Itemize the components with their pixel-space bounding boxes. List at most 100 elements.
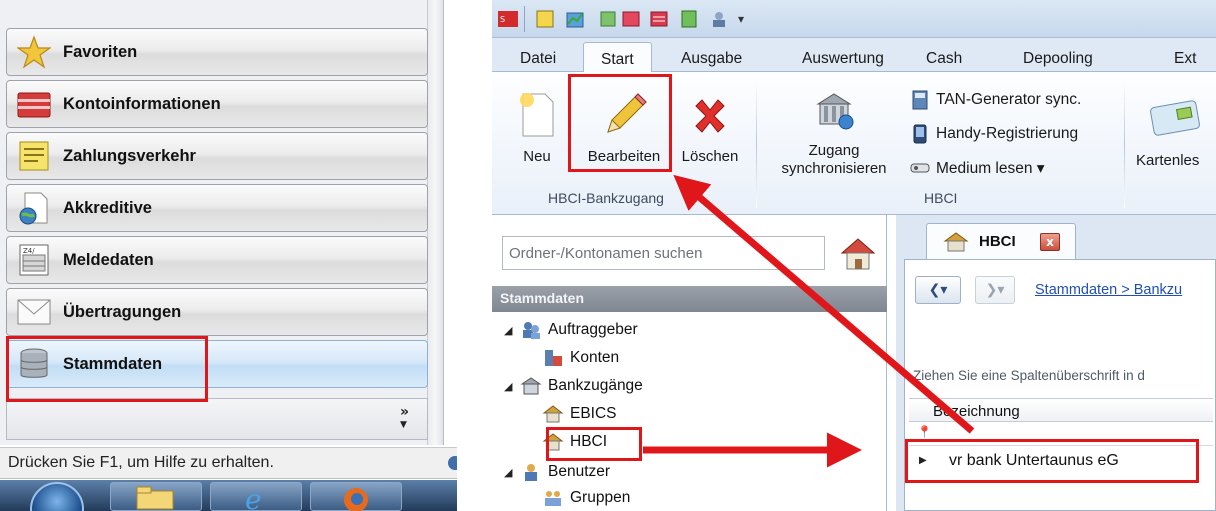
sync-access-button[interactable]: Zugang synchronisieren [764, 82, 904, 182]
nav-item-label: Zahlungsverkehr [63, 146, 196, 165]
delete-x-icon [695, 99, 725, 133]
nav-item-label: Favoriten [63, 42, 138, 61]
principal-users-icon [520, 319, 542, 341]
user-settings-icon[interactable] [708, 8, 730, 30]
nav-item-akkreditive[interactable]: Akkreditive [6, 184, 428, 232]
folder-icon [136, 486, 174, 510]
tree-node-label: Bankzugänge [548, 377, 643, 394]
folder-red-icon [13, 84, 55, 124]
green-doc-icon[interactable] [678, 8, 700, 30]
svg-text:S: S [500, 15, 505, 24]
transfer-icon[interactable] [598, 8, 620, 30]
chevron-down-icon: ▼ [399, 420, 407, 430]
home-button[interactable] [838, 233, 878, 273]
tab-cash[interactable]: Cash [926, 50, 962, 68]
panel-splitter[interactable] [428, 0, 444, 445]
expand-arrow-icon[interactable]: ◢ [504, 466, 520, 479]
tree-node-label: Benutzer [548, 463, 611, 480]
document-globe-icon [13, 188, 55, 228]
nav-item-favoriten[interactable]: Favoriten [6, 28, 428, 76]
new-document-icon [520, 93, 554, 137]
handy-registration-label: Handy-Registrierung [936, 125, 1079, 142]
hbci-tab-icon [943, 232, 969, 252]
nav-item-label: Akkreditive [63, 198, 152, 217]
red-list-icon[interactable] [648, 8, 670, 30]
expand-arrow-icon[interactable]: ◢ [504, 324, 520, 337]
more-chevron-glyph: » [399, 404, 409, 420]
back-button[interactable]: ❮▾ [915, 276, 961, 304]
document-tab-hbci[interactable]: HBCI x [926, 223, 1076, 259]
status-bar: Drücken Sie F1, um Hilfe zu erhalten. [0, 447, 457, 479]
column-header-label: Bezeichnung [933, 403, 1020, 420]
tree-header: Stammdaten [492, 286, 887, 312]
card-reader-label: Kartenles [1136, 152, 1200, 169]
tree-node-ebics[interactable]: EBICS [542, 403, 617, 425]
group-label-hbci: HBCI [924, 190, 958, 206]
forward-button[interactable]: ❯▾ [975, 276, 1015, 304]
yellow-doc-icon[interactable] [534, 8, 556, 30]
quick-access-toolbar: S ▾ [492, 0, 1216, 38]
breadcrumb-link[interactable]: Stammdaten > Bankzu [1035, 282, 1182, 298]
tree-node-konten[interactable]: Konten [542, 347, 619, 369]
tab-start[interactable]: Start [583, 42, 652, 73]
taskbar-ie-button[interactable]: e [210, 482, 302, 511]
folder-account-search-input[interactable]: Ordner-/Kontonamen suchen [502, 236, 825, 270]
new-button[interactable]: Neu [512, 82, 562, 170]
sync-label-line1: Zugang [808, 142, 860, 159]
tree-node-label: Auftraggeber [548, 321, 638, 338]
group-icon [542, 487, 564, 509]
bank-access-icon [520, 375, 542, 397]
tan-generator-sync-button[interactable]: TAN-Generator sync. [910, 90, 1081, 110]
internet-explorer-icon: e [245, 483, 262, 511]
right-app-panel: S ▾ Datei Start Ausgabe Auswertung Cash … [492, 0, 1216, 511]
start-orb-icon[interactable] [30, 482, 84, 511]
delete-label: Löschen [681, 148, 739, 165]
search-placeholder: Ordner-/Kontonamen suchen [509, 245, 703, 262]
highlight-bank-row [905, 439, 1199, 483]
tab-depooling[interactable]: Depooling [1023, 50, 1093, 68]
more-chevron-button[interactable]: » ▼ [399, 404, 409, 431]
tab-auswertung[interactable]: Auswertung [802, 50, 884, 68]
document-tab-label: HBCI [979, 233, 1016, 250]
group-by-hint: Ziehen Sie eine Spaltenüberschrift in d [913, 368, 1145, 383]
taskbar-explorer-button[interactable] [110, 482, 202, 511]
group-label-hbci-bankzugang: HBCI-Bankzugang [548, 190, 664, 206]
tree-header-label: Stammdaten [500, 290, 585, 306]
nav-item-meldedaten[interactable]: Z4/ Meldedaten [6, 236, 428, 284]
svg-text:Z4/: Z4/ [23, 247, 35, 255]
bank-sync-icon [816, 93, 854, 130]
delete-button[interactable]: Löschen [674, 82, 746, 170]
tree-node-bankzugaenge[interactable]: ◢ Bankzugänge [504, 375, 643, 397]
taskbar-firefox-button[interactable] [310, 482, 402, 511]
nav-item-uebertragungen[interactable]: Übertragungen [6, 288, 428, 336]
accounts-icon [542, 347, 564, 369]
nav-item-label: Meldedaten [63, 250, 154, 269]
tree-node-gruppen[interactable]: Gruppen [542, 487, 630, 509]
green-chart-icon[interactable] [564, 8, 586, 30]
highlight-stammdaten [6, 336, 208, 402]
ribbon-tabs: Datei Start Ausgabe Auswertung Cash Depo… [492, 38, 1216, 73]
read-medium-button[interactable]: Medium lesen ▾ [910, 158, 1045, 178]
customize-toolbar-dropdown[interactable]: ▾ [730, 8, 752, 30]
close-tab-button[interactable]: x [1040, 233, 1060, 251]
group-separator [756, 80, 757, 208]
tab-extras[interactable]: Ext [1174, 50, 1196, 68]
nav-item-kontoinformationen[interactable]: Kontoinformationen [6, 80, 428, 128]
read-medium-label: Medium lesen ▾ [936, 159, 1045, 177]
handy-registration-button[interactable]: Handy-Registrierung [910, 124, 1078, 144]
tree-node-auftraggeber[interactable]: ◢ Auftraggeber [504, 319, 638, 341]
nav-item-zahlungsverkehr[interactable]: Zahlungsverkehr [6, 132, 428, 180]
tab-ausgabe[interactable]: Ausgabe [681, 50, 742, 68]
column-header-bezeichnung[interactable]: Bezeichnung [909, 398, 1213, 422]
app-logo-icon[interactable]: S [497, 8, 519, 30]
expand-arrow-icon[interactable]: ◢ [504, 380, 520, 393]
red-form-icon[interactable] [620, 8, 642, 30]
left-app-panel: Favoriten Kontoinformationen Zahlungsver… [0, 0, 457, 511]
tab-datei[interactable]: Datei [520, 50, 556, 68]
report-form-icon: Z4/ [13, 240, 55, 280]
tree-node-benutzer[interactable]: ◢ Benutzer [504, 461, 610, 483]
pin-filter-icon: 📍 [917, 425, 932, 439]
tree-node-label: Gruppen [570, 489, 631, 506]
card-reader-button[interactable]: Kartenles [1132, 82, 1216, 172]
new-label: Neu [523, 148, 551, 165]
